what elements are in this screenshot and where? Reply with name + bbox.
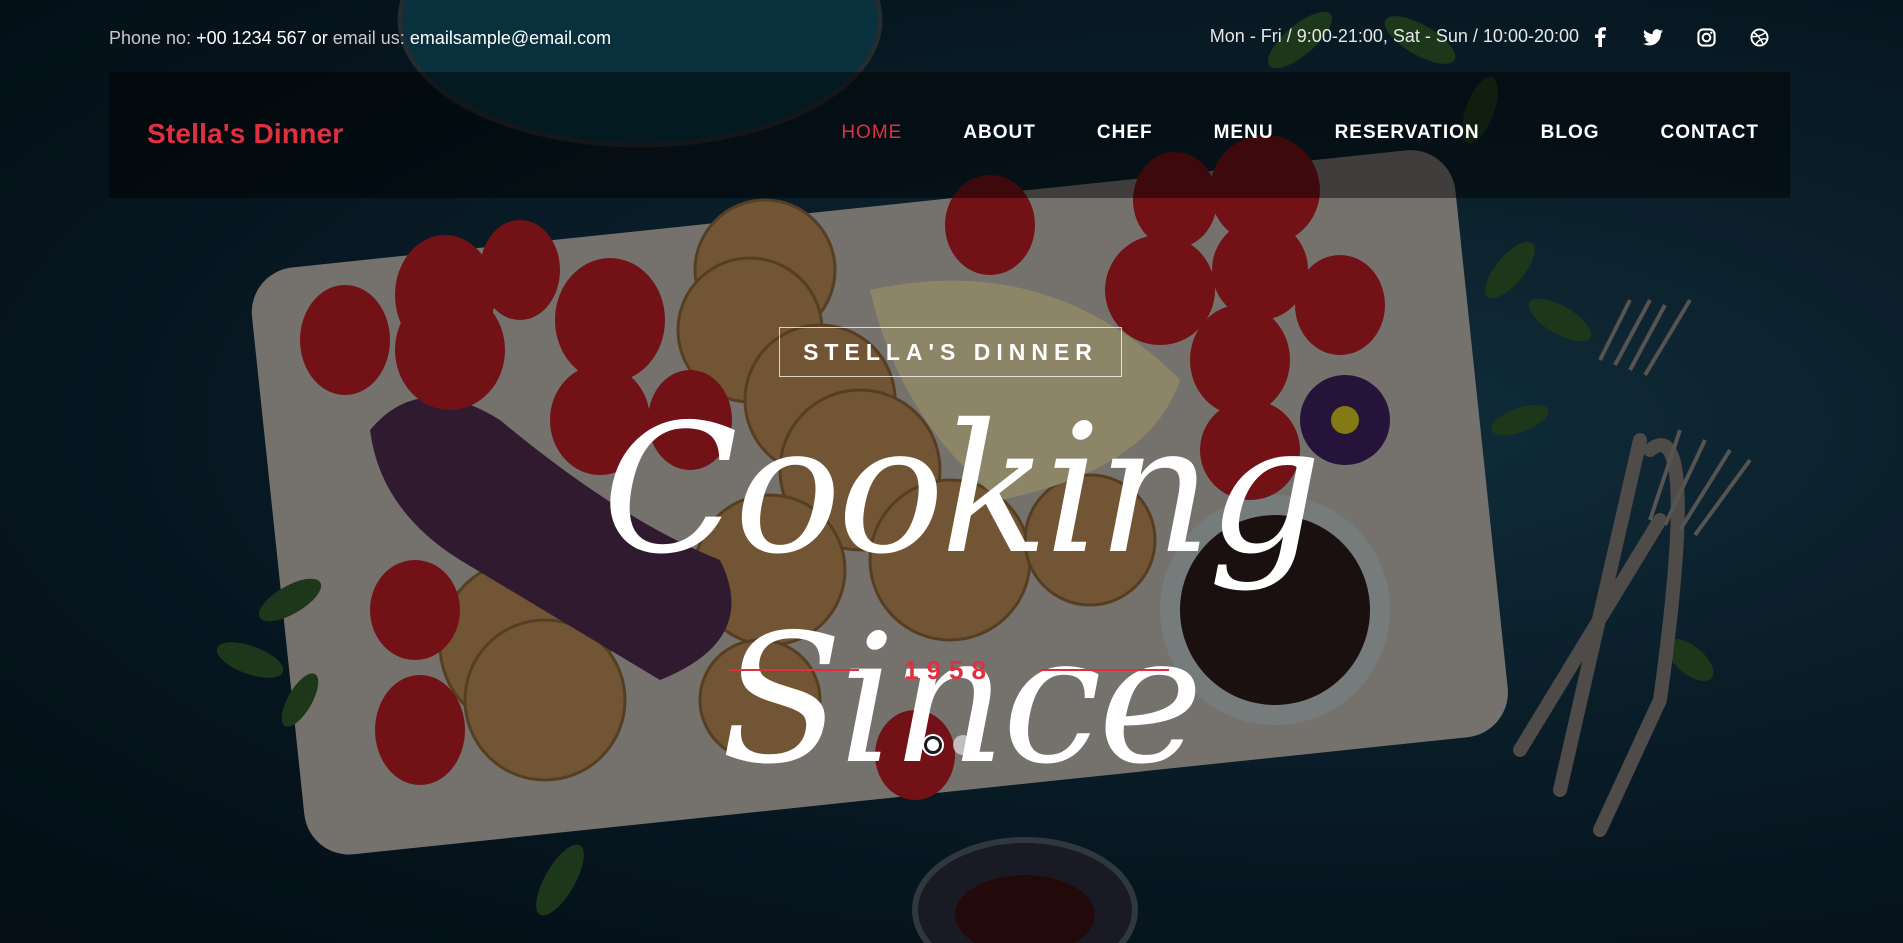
twitter-icon[interactable] (1641, 25, 1665, 49)
nav-item-blog[interactable]: BLOG (1541, 122, 1600, 144)
opening-hours: Mon - Fri / 9:00-21:00, Sat - Sun / 10:0… (1209, 26, 1579, 46)
phone-label: Phone no: (109, 28, 192, 48)
dribbble-icon[interactable] (1747, 25, 1771, 49)
nav-item-chef[interactable]: CHEF (1097, 122, 1153, 144)
main-menu: HOME ABOUT CHEF MENU RESERVATION BLOG CO… (780, 122, 1759, 144)
slider-dot-1[interactable] (924, 736, 942, 754)
email-link[interactable]: emailsample@email.com (410, 28, 611, 48)
nav-item-menu[interactable]: MENU (1214, 122, 1274, 144)
social-links (1588, 25, 1771, 49)
hero-eyebrow: STELLA'S DINNER (779, 327, 1122, 377)
nav-item-reservation[interactable]: RESERVATION (1335, 122, 1480, 144)
nav-item-contact[interactable]: CONTACT (1661, 122, 1759, 144)
top-info-bar: Phone no: +00 1234 567 or email us: emai… (0, 0, 1903, 72)
year-divider-right (1039, 669, 1169, 671)
or-text: or (311, 28, 328, 48)
nav-item-home[interactable]: HOME (841, 122, 902, 144)
slider-pagination (923, 735, 973, 755)
brand-logo[interactable]: Stella's Dinner (147, 118, 343, 150)
slider-dot-2[interactable] (953, 735, 973, 755)
instagram-icon[interactable] (1694, 25, 1718, 49)
contact-info: Phone no: +00 1234 567 or email us: emai… (109, 28, 611, 49)
hero-year-row: 1958 (729, 655, 1169, 685)
email-label: email us: (332, 28, 405, 48)
facebook-icon[interactable] (1588, 25, 1612, 49)
nav-item-about[interactable]: ABOUT (963, 122, 1036, 144)
main-navbar: Stella's Dinner HOME ABOUT CHEF MENU RES… (109, 72, 1790, 198)
phone-number-link[interactable]: +00 1234 567 (196, 28, 307, 48)
